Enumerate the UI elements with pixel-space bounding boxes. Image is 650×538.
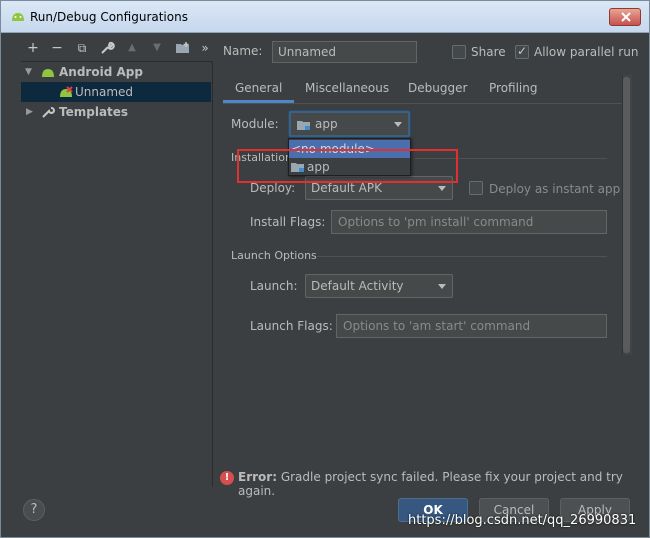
- share-checkbox[interactable]: [452, 45, 466, 59]
- launch-select[interactable]: Default Activity: [305, 274, 453, 298]
- folder-icon[interactable]: [175, 40, 191, 56]
- title-bar: Run/Debug Configurations: [1, 1, 649, 33]
- launch-flags-input[interactable]: Options to 'am start' command: [336, 314, 607, 338]
- module-label: Module:: [231, 117, 279, 131]
- launch-value: Default Activity: [311, 279, 404, 293]
- add-icon[interactable]: +: [25, 40, 41, 56]
- parallel-run-checkbox[interactable]: [515, 44, 529, 59]
- tree-label: Templates: [59, 105, 129, 119]
- error-icon: !: [220, 471, 234, 485]
- scrollbar-thumb[interactable]: [623, 77, 630, 353]
- tree-label: Android App: [59, 65, 143, 79]
- tree-item-unnamed[interactable]: Unnamed: [21, 82, 211, 102]
- instant-app-checkbox[interactable]: [469, 181, 483, 195]
- close-icon: [621, 12, 631, 22]
- move-down-icon[interactable]: ▼: [149, 40, 165, 56]
- tree-item-templates[interactable]: ▶ Templates: [21, 102, 211, 122]
- copy-icon[interactable]: ⧉: [74, 40, 90, 56]
- deploy-value: Default APK: [311, 181, 382, 195]
- chevron-down-icon: [438, 186, 446, 191]
- instant-app-label: Deploy as instant app: [489, 182, 621, 196]
- launch-flags-label: Launch Flags:: [250, 319, 333, 333]
- remove-icon[interactable]: −: [49, 40, 65, 56]
- install-flags-label: Install Flags:: [250, 215, 326, 229]
- watermark-text: https://blog.csdn.net/qq_26990831: [408, 513, 637, 528]
- module-folder-icon: [297, 121, 310, 130]
- wrench-icon: [42, 107, 55, 118]
- tab-miscellaneous[interactable]: Miscellaneous: [293, 75, 401, 103]
- help-button[interactable]: ?: [23, 499, 45, 521]
- tab-divider: [223, 103, 629, 104]
- tab-profiling[interactable]: Profiling: [477, 75, 550, 103]
- error-text: Gradle project sync failed. Please fix y…: [238, 470, 623, 498]
- config-toolbar: + − ⧉ ▲ ▼ »: [19, 35, 213, 61]
- more-icon[interactable]: »: [197, 40, 213, 56]
- module-value: app: [315, 117, 338, 131]
- android-error-icon: [60, 86, 73, 97]
- share-label: Share: [471, 45, 506, 59]
- chevron-down-icon: [394, 122, 402, 127]
- collapse-arrow-icon[interactable]: ▶: [26, 102, 33, 122]
- tab-debugger[interactable]: Debugger: [396, 75, 479, 103]
- tree-label: Unnamed: [75, 85, 134, 99]
- tab-bar: General Miscellaneous Debugger Profiling: [223, 75, 641, 103]
- deploy-label: Deploy:: [250, 181, 296, 195]
- android-icon: [12, 13, 24, 21]
- config-tree: ▼ Android App Unnamed ▶ Templates: [21, 61, 213, 487]
- close-button[interactable]: [609, 8, 641, 26]
- error-message: Error: Gradle project sync failed. Pleas…: [238, 470, 649, 498]
- run-debug-dialog: Run/Debug Configurations + − ⧉ ▲ ▼ » ▼ A…: [0, 0, 650, 538]
- section-divider: [317, 256, 607, 257]
- wrench-icon[interactable]: [99, 40, 115, 56]
- window-title: Run/Debug Configurations: [30, 10, 188, 24]
- name-input[interactable]: Unnamed: [272, 41, 417, 63]
- launch-section-title: Launch Options: [231, 249, 317, 262]
- parallel-run-label: Allow parallel run: [534, 45, 639, 59]
- error-prefix: Error:: [238, 470, 277, 484]
- launch-label: Launch:: [250, 279, 298, 293]
- tab-general[interactable]: General: [223, 75, 295, 103]
- left-panel: + − ⧉ ▲ ▼ » ▼ Android App Unnamed ▶ Temp…: [19, 35, 213, 487]
- highlight-annotation: [237, 149, 458, 183]
- install-flags-input[interactable]: Options to 'pm install' command: [331, 210, 607, 234]
- android-icon: [42, 69, 54, 77]
- chevron-down-icon: [438, 284, 446, 289]
- expand-arrow-icon[interactable]: ▼: [25, 62, 32, 82]
- tree-item-android-app[interactable]: ▼ Android App: [21, 62, 211, 82]
- move-up-icon[interactable]: ▲: [124, 40, 140, 56]
- module-select[interactable]: app: [289, 111, 410, 137]
- name-label: Name:: [223, 44, 263, 58]
